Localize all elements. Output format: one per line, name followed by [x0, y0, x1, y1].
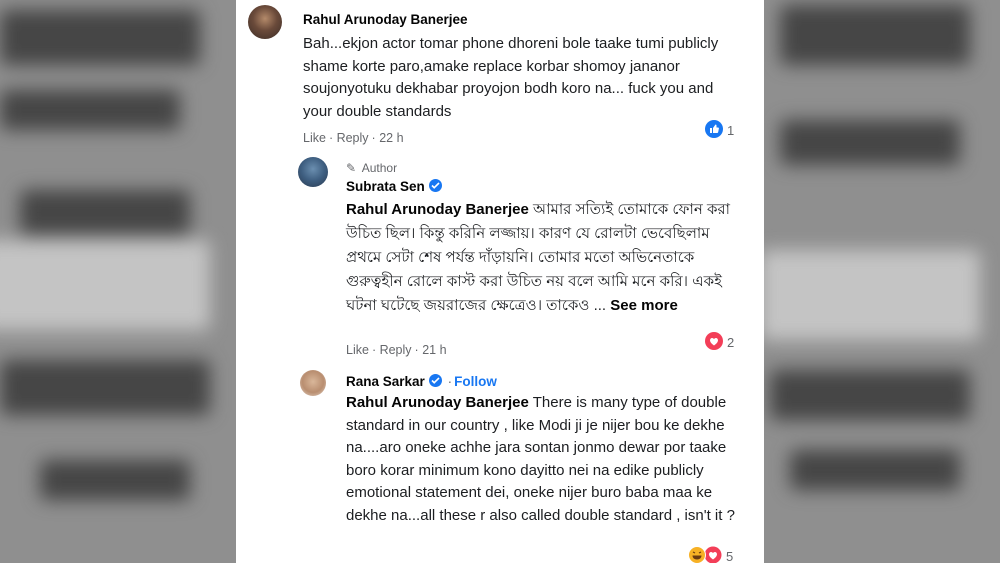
- reaction-count[interactable]: 5: [688, 546, 733, 563]
- like-link[interactable]: Like: [303, 131, 326, 145]
- reaction-count[interactable]: 1: [705, 120, 734, 141]
- mention-tag[interactable]: Rahul Arunoday Banerjee: [346, 394, 529, 411]
- comment-time[interactable]: 21 h: [422, 343, 446, 357]
- comment-author[interactable]: Subrata Sen: [346, 179, 442, 194]
- pencil-icon: ✎: [346, 161, 357, 175]
- comment-text: Rahul Arunoday Banerjee There is many ty…: [346, 394, 735, 524]
- avatar[interactable]: [298, 157, 328, 187]
- author-badge: ✎ Author: [346, 161, 398, 175]
- reply-link[interactable]: Reply: [380, 343, 412, 357]
- haha-icon: [688, 546, 722, 563]
- comment-author[interactable]: Rahul Arunoday Banerjee: [303, 12, 468, 27]
- like-link[interactable]: Like: [346, 343, 369, 357]
- mention-tag[interactable]: Rahul Arunoday Banerjee: [346, 201, 529, 218]
- see-more-link[interactable]: See more: [610, 297, 678, 314]
- reaction-number: 5: [726, 549, 734, 563]
- comments-card: Rahul Arunoday Banerjee Bah...ekjon acto…: [236, 0, 764, 563]
- verified-badge-icon: [428, 374, 442, 387]
- verified-badge-icon: [428, 179, 442, 192]
- comment-text: Bah...ekjon actor tomar phone dhoreni bo…: [303, 35, 719, 120]
- reaction-number: 2: [727, 335, 735, 350]
- reaction-count[interactable]: 2: [705, 332, 734, 353]
- comment-time[interactable]: 22 h: [379, 131, 403, 145]
- comment-author[interactable]: Rana Sarkar · Follow: [346, 374, 497, 389]
- like-icon: [705, 120, 723, 141]
- heart-icon: [705, 332, 723, 353]
- comment-text: Rahul Arunoday Banerjee আমার সত্যিই তোমা…: [346, 201, 731, 314]
- comment-actions: Like · Reply · 21 h: [346, 343, 447, 357]
- avatar[interactable]: [248, 5, 282, 39]
- reply-link[interactable]: Reply: [337, 131, 369, 145]
- reaction-number: 1: [727, 123, 735, 138]
- follow-button[interactable]: Follow: [454, 374, 497, 389]
- avatar[interactable]: [300, 370, 326, 396]
- comment-actions: Like · Reply · 22 h: [303, 131, 404, 145]
